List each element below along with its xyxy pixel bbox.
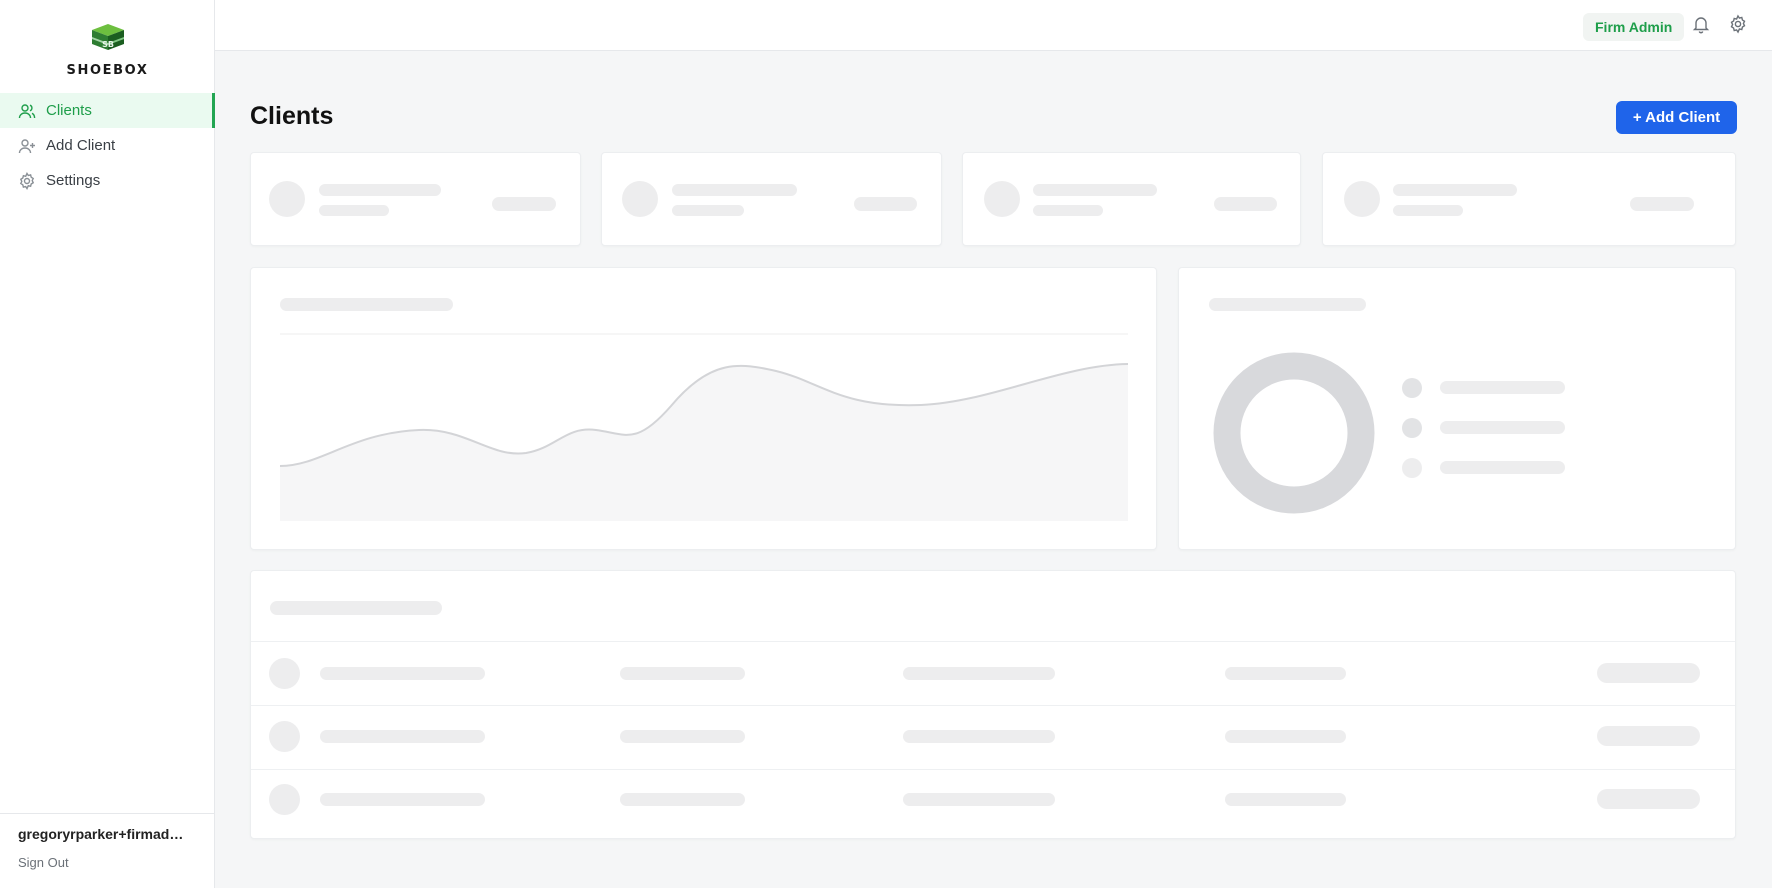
skeleton-avatar bbox=[1344, 181, 1380, 217]
sidebar-item-add-client[interactable]: Add Client bbox=[0, 128, 215, 163]
page-title: Clients bbox=[250, 102, 334, 130]
gear-icon bbox=[18, 171, 36, 190]
legend-dot-skeleton bbox=[1402, 378, 1422, 398]
skeleton-line bbox=[1033, 184, 1157, 196]
skeleton-line bbox=[1393, 205, 1463, 216]
user-account: gregoryrparker+firmadmi... Sign Out bbox=[0, 813, 215, 888]
users-icon bbox=[18, 102, 36, 120]
skeleton-line bbox=[672, 205, 744, 216]
skeleton-cell bbox=[1225, 667, 1346, 680]
gear-icon[interactable] bbox=[1728, 14, 1748, 34]
skeleton-avatar bbox=[269, 721, 300, 752]
app-name: SHOEBOX bbox=[66, 63, 149, 78]
stat-card-skeleton bbox=[250, 152, 581, 246]
sidebar-nav: Clients Add Client Settings bbox=[0, 93, 215, 198]
skeleton-pill bbox=[1597, 789, 1700, 809]
chart-card-skeleton bbox=[250, 267, 1157, 550]
skeleton-line bbox=[270, 601, 442, 615]
skeleton-line bbox=[319, 205, 389, 216]
table-row bbox=[251, 642, 1735, 705]
top-bar: Firm Admin bbox=[215, 0, 1772, 51]
line-chart-placeholder bbox=[279, 333, 1129, 521]
sidebar-item-label: Clients bbox=[46, 102, 92, 119]
table-row bbox=[251, 706, 1735, 769]
legend-dot-skeleton bbox=[1402, 418, 1422, 438]
skeleton-line bbox=[1393, 184, 1517, 196]
donut-chart-placeholder bbox=[1213, 352, 1375, 514]
sidebar: SB SHOEBOX Clients Add Client Settings g… bbox=[0, 0, 215, 888]
stat-card-skeleton bbox=[1322, 152, 1736, 246]
skeleton-cell bbox=[620, 793, 745, 806]
skeleton-cell bbox=[1225, 730, 1346, 743]
skeleton-cell bbox=[903, 793, 1055, 806]
skeleton-pill bbox=[492, 197, 556, 211]
sidebar-item-label: Settings bbox=[46, 172, 101, 189]
stat-card-skeleton bbox=[601, 152, 942, 246]
skeleton-pill bbox=[1630, 197, 1694, 211]
logo[interactable]: SB SHOEBOX bbox=[0, 22, 215, 78]
stat-card-skeleton bbox=[962, 152, 1301, 246]
skeleton-pill bbox=[1597, 663, 1700, 683]
sidebar-item-label: Add Client bbox=[46, 137, 116, 154]
skeleton-line bbox=[1440, 421, 1565, 434]
skeleton-cell bbox=[320, 667, 485, 680]
sign-out-link[interactable]: Sign Out bbox=[18, 855, 197, 870]
skeleton-cell bbox=[903, 667, 1055, 680]
skeleton-cell bbox=[620, 667, 745, 680]
role-badge[interactable]: Firm Admin bbox=[1583, 13, 1685, 41]
skeleton-avatar bbox=[269, 658, 300, 689]
sidebar-item-clients[interactable]: Clients bbox=[0, 93, 215, 128]
skeleton-line bbox=[1209, 298, 1366, 311]
skeleton-line bbox=[319, 184, 441, 196]
skeleton-cell bbox=[320, 793, 485, 806]
table-row bbox=[251, 770, 1735, 833]
user-plus-icon bbox=[18, 137, 36, 155]
skeleton-line bbox=[1440, 381, 1565, 394]
skeleton-cell bbox=[620, 730, 745, 743]
skeleton-line bbox=[672, 184, 797, 196]
skeleton-pill bbox=[854, 197, 917, 211]
skeleton-avatar bbox=[269, 784, 300, 815]
skeleton-cell bbox=[1225, 793, 1346, 806]
skeleton-cell bbox=[320, 730, 485, 743]
skeleton-avatar bbox=[622, 181, 658, 217]
skeleton-cell bbox=[903, 730, 1055, 743]
sidebar-item-settings[interactable]: Settings bbox=[0, 163, 215, 198]
donut-card-skeleton bbox=[1178, 267, 1736, 550]
skeleton-line bbox=[1440, 461, 1565, 474]
skeleton-avatar bbox=[269, 181, 305, 217]
shoebox-logo-icon: SB bbox=[91, 24, 124, 50]
clients-table-skeleton bbox=[250, 570, 1736, 839]
bell-icon[interactable] bbox=[1691, 14, 1711, 34]
skeleton-line bbox=[1033, 205, 1103, 216]
logo-letters: SB bbox=[102, 40, 114, 49]
skeleton-pill bbox=[1214, 197, 1277, 211]
legend-dot-skeleton bbox=[1402, 458, 1422, 478]
add-client-button[interactable]: + Add Client bbox=[1616, 101, 1737, 134]
skeleton-pill bbox=[1597, 726, 1700, 746]
skeleton-avatar bbox=[984, 181, 1020, 217]
user-email: gregoryrparker+firmadmi... bbox=[18, 826, 193, 842]
